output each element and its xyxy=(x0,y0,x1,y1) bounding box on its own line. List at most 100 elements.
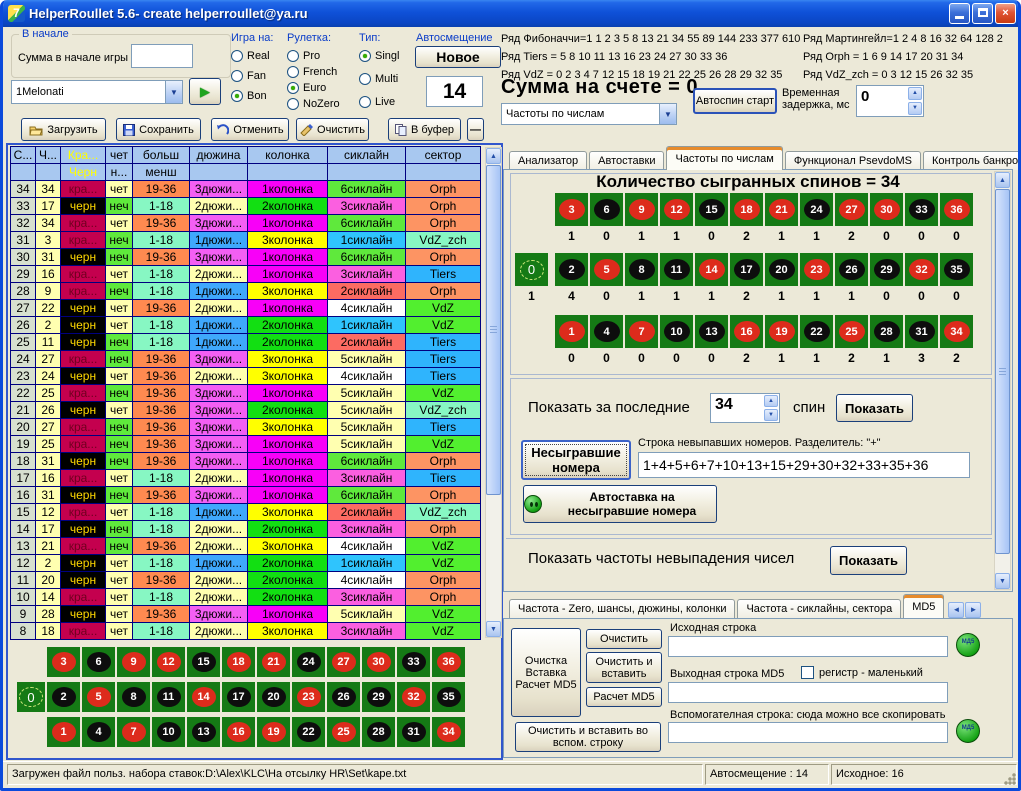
zero-cell[interactable]: 0 xyxy=(17,682,45,712)
spin-up-icon[interactable]: ▲ xyxy=(908,87,922,100)
table-row[interactable]: 1120чернчет19-362дюжи...2колонка4сиклайн… xyxy=(11,572,481,589)
number-cell-8[interactable]: 8 xyxy=(117,682,150,712)
number-cell-10[interactable]: 10 xyxy=(152,717,185,747)
md5-source-input[interactable] xyxy=(668,636,948,657)
number-cell-27[interactable]: 27 xyxy=(327,647,360,677)
zero-cell[interactable]: 0 xyxy=(515,253,548,286)
table-row[interactable]: 2916кра...чет1-182дюжи...1колонка3сиклай… xyxy=(11,266,481,283)
play-button[interactable]: ▶ xyxy=(189,78,221,105)
table-row[interactable]: 3234кра...чет19-363дюжи...1колонка6сикла… xyxy=(11,215,481,232)
title-bar[interactable]: 7 HelperRoullet 5.6- create helperroulle… xyxy=(0,0,1021,27)
number-cell-25[interactable]: 25 xyxy=(327,717,360,747)
table-row[interactable]: 928чернчет19-363дюжи...1колонка5сиклайнV… xyxy=(11,606,481,623)
number-cell-34[interactable]: 34 xyxy=(432,717,465,747)
number-cell-9[interactable]: 9 xyxy=(625,193,658,226)
scroll-up-icon[interactable]: ▲ xyxy=(995,172,1010,188)
no-hit-freq-button[interactable]: Показать xyxy=(830,546,907,575)
number-cell-20[interactable]: 20 xyxy=(257,682,290,712)
number-cell-33[interactable]: 33 xyxy=(905,193,938,226)
frequencies-grid[interactable]: 0369121518212427303336101102112000258111… xyxy=(515,193,995,365)
maximize-button[interactable] xyxy=(972,3,993,24)
number-cell-21[interactable]: 21 xyxy=(257,647,290,677)
spin-down-icon[interactable]: ▼ xyxy=(764,409,778,421)
number-cell-2[interactable]: 2 xyxy=(555,253,588,286)
tab-scroll-right-icon[interactable]: ► xyxy=(965,602,981,618)
number-cell-18[interactable]: 18 xyxy=(222,647,255,677)
number-cell-5[interactable]: 5 xyxy=(590,253,623,286)
right-tab-2[interactable]: Частоты по числам xyxy=(666,146,782,170)
table-scrollbar-thumb[interactable] xyxy=(486,165,501,495)
right-tab-0[interactable]: Анализатор xyxy=(509,151,587,170)
roulette-grid[interactable]: 0369121518212427303336258111417202326293… xyxy=(17,647,497,749)
to-buffer-button[interactable]: В буфер xyxy=(388,118,461,141)
number-cell-4[interactable]: 4 xyxy=(82,717,115,747)
md5-output-input[interactable] xyxy=(668,682,948,703)
number-cell-2[interactable]: 2 xyxy=(47,682,80,712)
number-cell-16[interactable]: 16 xyxy=(730,315,763,348)
md5-clear-button[interactable]: Очистить xyxy=(586,629,662,649)
table-row[interactable]: 122чернчет1-181дюжи...2колонка1сиклайнVd… xyxy=(11,555,481,572)
scroll-up-icon[interactable]: ▲ xyxy=(486,148,501,164)
number-cell-26[interactable]: 26 xyxy=(835,253,868,286)
md5-lowercase-checkbox[interactable] xyxy=(801,666,814,679)
scroll-down-icon[interactable]: ▼ xyxy=(486,621,501,637)
table-row[interactable]: 1014кра...чет1-182дюжи...2колонка3сиклай… xyxy=(11,589,481,606)
number-cell-32[interactable]: 32 xyxy=(905,253,938,286)
scroll-down-icon[interactable]: ▼ xyxy=(995,573,1010,589)
number-cell-32[interactable]: 32 xyxy=(397,682,430,712)
number-cell-1[interactable]: 1 xyxy=(555,315,588,348)
number-cell-28[interactable]: 28 xyxy=(870,315,903,348)
number-cell-3[interactable]: 3 xyxy=(47,647,80,677)
number-cell-8[interactable]: 8 xyxy=(625,253,658,286)
md5-calc-icon[interactable]: МД5 xyxy=(956,633,980,657)
number-cell-20[interactable]: 20 xyxy=(765,253,798,286)
radio-option-singl[interactable]: Singl xyxy=(359,50,423,62)
number-cell-15[interactable]: 15 xyxy=(695,193,728,226)
number-cell-12[interactable]: 12 xyxy=(152,647,185,677)
table-row[interactable]: 3434кра...чет19-363дюжи...1колонка6сикла… xyxy=(11,181,481,198)
number-cell-7[interactable]: 7 xyxy=(625,315,658,348)
number-cell-14[interactable]: 14 xyxy=(187,682,220,712)
number-cell-36[interactable]: 36 xyxy=(432,647,465,677)
number-cell-16[interactable]: 16 xyxy=(222,717,255,747)
number-cell-27[interactable]: 27 xyxy=(835,193,868,226)
number-cell-14[interactable]: 14 xyxy=(695,253,728,286)
number-cell-11[interactable]: 11 xyxy=(660,253,693,286)
clear-button[interactable]: Очистить xyxy=(296,118,369,141)
table-row[interactable]: 1631черннеч19-363дюжи...1колонка6сиклайн… xyxy=(11,487,481,504)
number-cell-7[interactable]: 7 xyxy=(117,717,150,747)
table-row[interactable]: 1417черннеч1-182дюжи...2колонка3сиклайнO… xyxy=(11,521,481,538)
undo-button[interactable]: Отменить xyxy=(211,118,289,141)
minimize-panel-button[interactable]: — xyxy=(467,118,484,141)
new-button[interactable]: Новое xyxy=(415,46,501,68)
chevron-down-icon[interactable]: ▼ xyxy=(659,104,676,124)
table-row[interactable]: 2225кра...неч19-363дюжи...1колонка5сикла… xyxy=(11,385,481,402)
number-cell-30[interactable]: 30 xyxy=(362,647,395,677)
md5-aux-icon[interactable]: МД5 xyxy=(956,719,980,743)
number-cell-29[interactable]: 29 xyxy=(870,253,903,286)
number-cell-22[interactable]: 22 xyxy=(800,315,833,348)
number-cell-1[interactable]: 1 xyxy=(47,717,80,747)
table-row[interactable]: 262чернчет1-181дюжи...2колонка1сиклайнVd… xyxy=(11,317,481,334)
number-cell-31[interactable]: 31 xyxy=(397,717,430,747)
preset-combo[interactable]: 1Melonati ▼ xyxy=(11,80,183,104)
number-cell-35[interactable]: 35 xyxy=(432,682,465,712)
spin-down-icon[interactable]: ▼ xyxy=(908,102,922,115)
spin-up-icon[interactable]: ▲ xyxy=(764,395,778,407)
missed-numbers-button[interactable]: Несыгравшие номера xyxy=(521,440,631,480)
number-cell-6[interactable]: 6 xyxy=(590,193,623,226)
bottom-tab-2[interactable]: MD5 xyxy=(903,594,944,618)
table-row[interactable]: 1512кра...чет1-181дюжи...3колонка2сиклай… xyxy=(11,504,481,521)
md5-clear-paste-button[interactable]: Очистить и вставить xyxy=(586,652,662,683)
number-cell-17[interactable]: 17 xyxy=(222,682,255,712)
table-row[interactable]: 3317черннеч1-182дюжи...2колонка3сиклайнO… xyxy=(11,198,481,215)
right-panel-scrollbar[interactable]: ▲ ▼ xyxy=(994,171,1011,590)
number-cell-5[interactable]: 5 xyxy=(82,682,115,712)
number-cell-13[interactable]: 13 xyxy=(695,315,728,348)
radio-option-multi[interactable]: Multi xyxy=(359,73,423,85)
number-cell-19[interactable]: 19 xyxy=(765,315,798,348)
number-cell-23[interactable]: 23 xyxy=(292,682,325,712)
tab-scroll-left-icon[interactable]: ◄ xyxy=(948,602,964,618)
number-cell-3[interactable]: 3 xyxy=(555,193,588,226)
table-row[interactable]: 289кра...неч1-181дюжи...3колонка2сиклайн… xyxy=(11,283,481,300)
